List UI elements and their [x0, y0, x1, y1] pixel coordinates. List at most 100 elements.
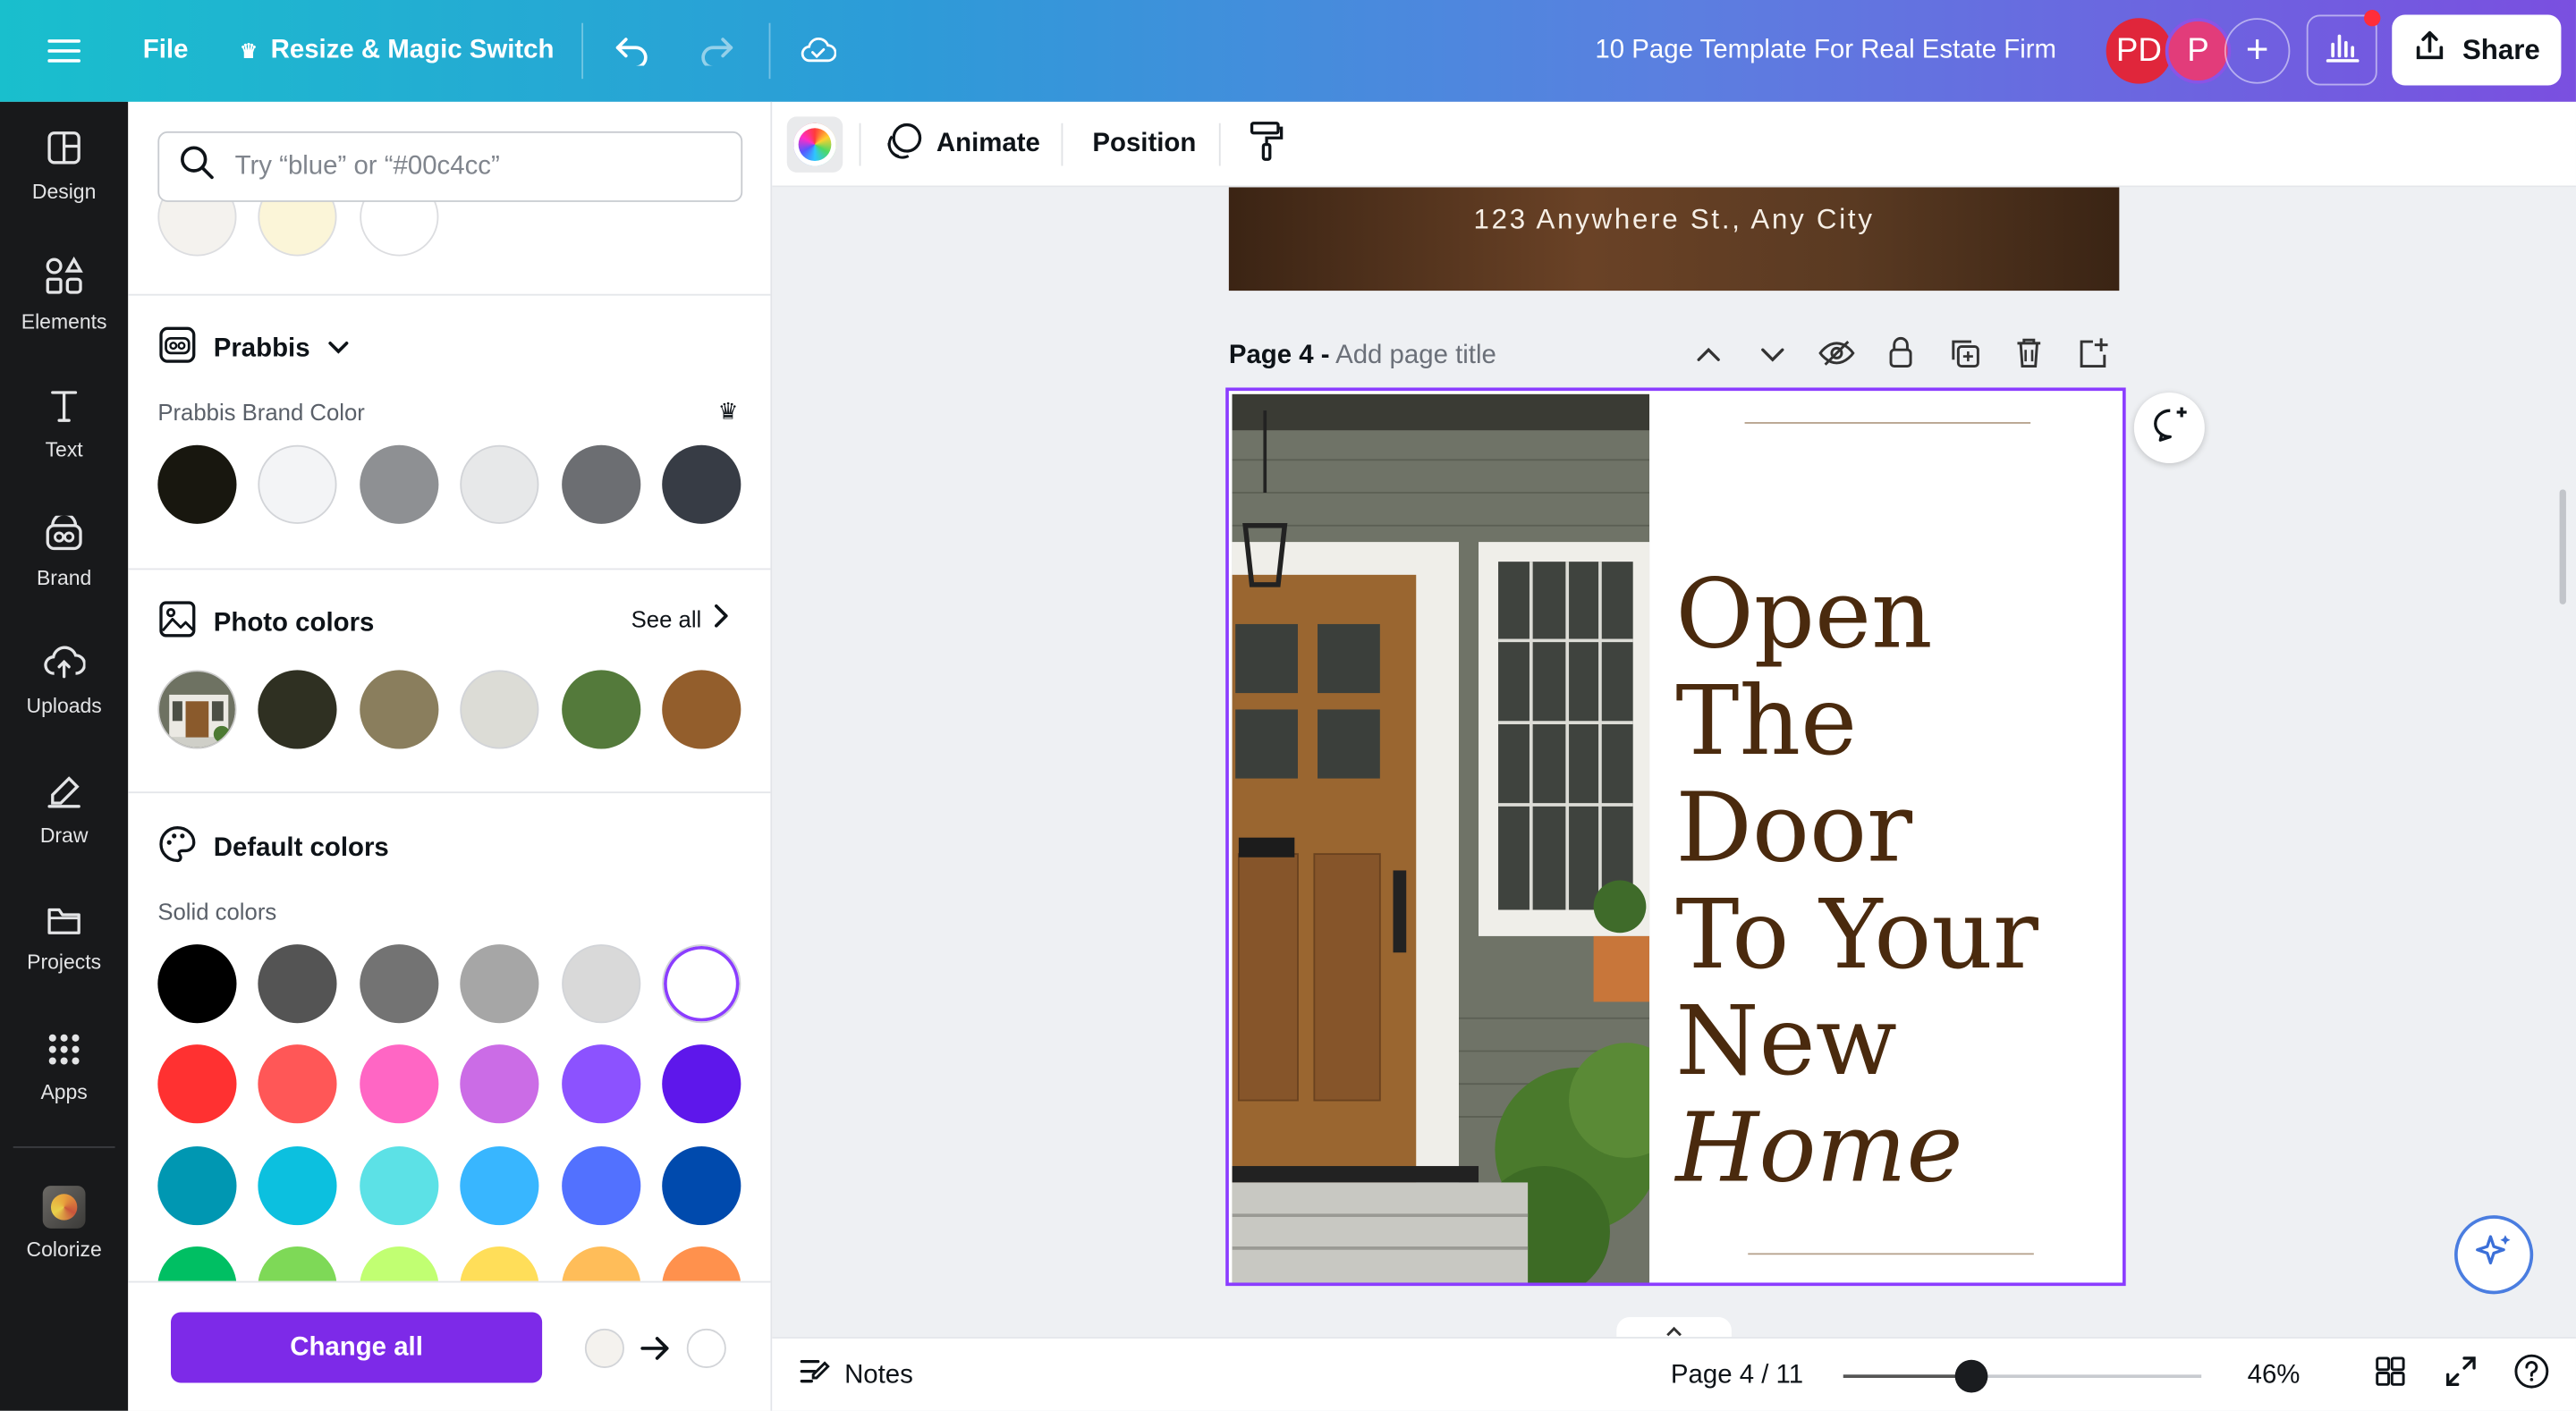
zoom-level[interactable]: 46% [2248, 1339, 2301, 1411]
position-button[interactable]: Position [1092, 102, 1196, 188]
color-swatch[interactable] [360, 1146, 439, 1226]
page-strip-toggle[interactable] [1616, 1317, 1732, 1338]
headline-line: Open [1675, 558, 1933, 671]
brand-kit-selector[interactable]: Prabbis [157, 325, 349, 373]
page-title-input[interactable]: Add page title [1335, 342, 1496, 369]
color-swatch[interactable] [562, 1044, 641, 1124]
color-swatch[interactable] [562, 670, 641, 749]
rail-item-colorize[interactable]: Colorize [0, 1166, 128, 1281]
rail-item-design[interactable]: Design [0, 108, 128, 224]
color-swatch[interactable] [562, 1146, 641, 1226]
delete-page-button[interactable] [2011, 337, 2046, 374]
animate-button[interactable]: Animate [884, 102, 1040, 188]
text-color-button[interactable] [786, 116, 843, 173]
color-swatch[interactable] [662, 944, 741, 1024]
color-swatch[interactable] [460, 1044, 539, 1124]
rail-label: Design [31, 180, 97, 203]
resize-magic-switch-button[interactable]: ♛ Resize & Magic Switch [240, 0, 554, 102]
notes-button[interactable]: Notes [799, 1339, 913, 1411]
copy-style-button[interactable] [1249, 102, 1284, 188]
divider [768, 22, 771, 80]
color-swatch[interactable] [460, 944, 539, 1024]
chevron-up-icon [1665, 1317, 1684, 1337]
color-swatch[interactable] [662, 670, 741, 749]
avatar-pd[interactable]: PD [2106, 18, 2173, 84]
bottom-bar: Notes Page 4 / 11 46% [772, 1337, 2576, 1411]
canvas-scrollbar[interactable] [2559, 489, 2566, 604]
color-swatch[interactable] [258, 944, 337, 1024]
fullscreen-button[interactable] [2445, 1339, 2478, 1411]
arrow-right-icon [639, 1335, 672, 1370]
rail-item-apps[interactable]: Apps [0, 1010, 128, 1126]
color-swatch[interactable] [258, 1146, 337, 1226]
zoom-slider[interactable] [1843, 1359, 2202, 1393]
color-swatch[interactable] [460, 444, 539, 524]
rail-item-brand[interactable]: Brand [0, 494, 128, 610]
left-rail: Design Elements Text Brand Uploads Draw … [0, 101, 129, 1411]
color-swatch[interactable] [157, 1146, 237, 1226]
color-swatch[interactable] [460, 1146, 539, 1226]
front-door-photo[interactable] [1232, 393, 1650, 1283]
color-swatch[interactable] [562, 944, 641, 1024]
color-swatch[interactable] [360, 670, 439, 749]
add-page-button[interactable] [2075, 337, 2111, 374]
rail-item-projects[interactable]: Projects [0, 880, 128, 995]
color-swatch[interactable] [258, 444, 337, 524]
color-swatch[interactable] [562, 444, 641, 524]
rail-item-draw[interactable]: Draw [0, 752, 128, 867]
magic-assistant-button[interactable] [2454, 1215, 2534, 1295]
color-swatch[interactable] [360, 1044, 439, 1124]
file-menu[interactable]: File [143, 0, 189, 102]
move-page-up-button[interactable] [1690, 338, 1726, 374]
avatar-p[interactable]: P [2165, 18, 2232, 84]
document-title[interactable]: 10 Page Template For Real Estate Firm [1595, 0, 2056, 102]
menu-button[interactable] [46, 0, 81, 102]
undo-button[interactable] [614, 0, 650, 102]
page-indicator[interactable]: Page 4 / 11 [1671, 1339, 1803, 1411]
grid-view-button[interactable] [2374, 1339, 2407, 1411]
redo-button[interactable] [699, 0, 734, 102]
rail-label: Apps [40, 1079, 88, 1103]
from-color-swatch [584, 1328, 624, 1368]
color-swatch[interactable] [258, 1044, 337, 1124]
photo-colors-header: Photo colors [157, 599, 374, 646]
rail-item-text[interactable]: Text [0, 367, 128, 482]
color-search-input[interactable]: Try “blue” or “#00c4cc” [157, 131, 743, 202]
move-page-down-button[interactable] [1755, 338, 1791, 374]
color-swatch[interactable] [662, 1044, 741, 1124]
color-swatch[interactable] [460, 670, 539, 749]
add-collaborator-button[interactable]: + [2224, 18, 2291, 84]
design-icon [46, 129, 81, 170]
headline-text[interactable]: Open The Door To Your New Home [1675, 558, 2123, 1202]
color-swatch[interactable] [360, 944, 439, 1024]
rail-item-elements[interactable]: Elements [0, 236, 128, 351]
rail-item-uploads[interactable]: Uploads [0, 622, 128, 738]
zoom-slider-handle[interactable] [1954, 1359, 1988, 1393]
color-swatch[interactable] [157, 444, 237, 524]
rail-label: Draw [39, 824, 89, 847]
color-swatch[interactable] [662, 1146, 741, 1226]
change-all-button[interactable]: Change all [171, 1312, 543, 1383]
decorative-rule-top [1744, 422, 2031, 424]
duplicate-page-button[interactable] [1946, 338, 1982, 374]
color-swatch[interactable] [157, 944, 237, 1024]
color-swatch[interactable] [662, 444, 741, 524]
insights-button[interactable] [2306, 10, 2381, 86]
previous-page[interactable]: 123 Anywhere St., Any City [1228, 187, 2120, 291]
hide-page-button[interactable] [1818, 338, 1855, 374]
cloud-upload-icon [43, 643, 87, 684]
see-all-link[interactable]: See all [631, 604, 729, 632]
color-swatch[interactable] [157, 1044, 237, 1124]
color-swatch[interactable] [258, 670, 337, 749]
photo-thumbnail[interactable] [157, 670, 237, 749]
cloud-save-status[interactable] [800, 0, 836, 102]
draw-icon [45, 773, 84, 814]
lock-page-button[interactable] [1883, 336, 1919, 374]
add-comment-button[interactable] [2133, 392, 2205, 463]
search-icon [179, 145, 215, 190]
selected-page[interactable]: Open The Door To Your New Home [1225, 387, 2126, 1287]
color-swatch[interactable] [360, 444, 439, 524]
help-button[interactable] [2513, 1339, 2549, 1411]
share-button[interactable]: Share [2392, 14, 2562, 86]
text-icon [47, 387, 80, 428]
